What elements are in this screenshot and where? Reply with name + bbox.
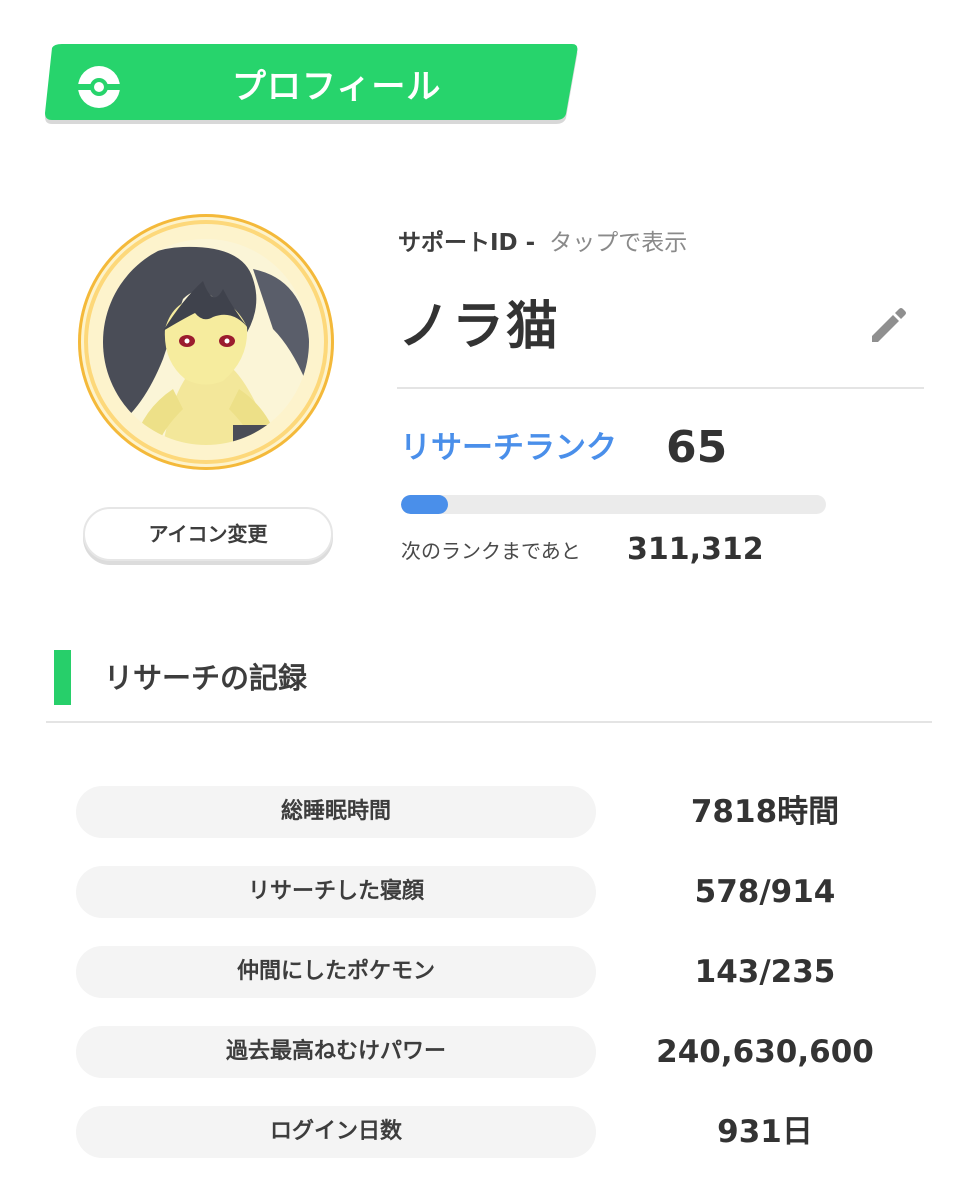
list-item: ログイン日数 931日 xyxy=(0,1106,975,1158)
stat-label: ログイン日数 xyxy=(76,1106,596,1158)
support-id-reveal-link[interactable]: タップで表示 xyxy=(549,230,687,256)
stat-value: 143/235 xyxy=(694,954,836,990)
stat-label: 総睡眠時間 xyxy=(76,786,596,838)
page-title: プロフィール xyxy=(232,67,442,107)
stat-value: 240,630,600 xyxy=(656,1034,874,1070)
stat-value: 7818時間 xyxy=(690,794,840,830)
poke-ball-icon xyxy=(78,66,120,108)
support-id-label: サポートID - xyxy=(398,230,536,256)
list-item: 仲間にしたポケモン 143/235 xyxy=(0,946,975,998)
list-item: 総睡眠時間 7818時間 xyxy=(0,786,975,838)
avatar xyxy=(103,239,309,445)
change-icon-button[interactable]: アイコン変更 xyxy=(83,507,333,561)
records-list: 総睡眠時間 7818時間 リサーチした寝顔 578/914 仲間にしたポケモン … xyxy=(0,786,975,1186)
divider xyxy=(46,721,932,723)
stat-value: 578/914 xyxy=(694,874,836,910)
research-rank-value: 65 xyxy=(666,422,728,473)
pencil-icon[interactable] xyxy=(866,304,910,348)
rank-progress-fill xyxy=(401,495,448,514)
list-item: リサーチした寝顔 578/914 xyxy=(0,866,975,918)
research-rank-label: リサーチランク xyxy=(400,430,617,466)
stat-label: リサーチした寝顔 xyxy=(76,866,596,918)
rank-progress-bar xyxy=(401,495,826,514)
stat-label: 過去最高ねむけパワー xyxy=(76,1026,596,1078)
next-rank-label: 次のランクまであと xyxy=(401,539,581,563)
mawile-avatar-icon xyxy=(103,239,309,445)
support-id-row[interactable]: サポートID - タップで表示 xyxy=(398,226,687,260)
stat-value: 931日 xyxy=(717,1114,813,1150)
stat-label: 仲間にしたポケモン xyxy=(76,946,596,998)
player-name: ノラ猫 xyxy=(398,297,561,357)
header-banner: プロフィール xyxy=(42,44,580,130)
section-accent-bar xyxy=(54,650,71,705)
section-title: リサーチの記録 xyxy=(104,661,308,695)
list-item: 過去最高ねむけパワー 240,630,600 xyxy=(0,1026,975,1078)
divider xyxy=(397,387,924,389)
next-rank-value: 311,312 xyxy=(627,532,764,567)
